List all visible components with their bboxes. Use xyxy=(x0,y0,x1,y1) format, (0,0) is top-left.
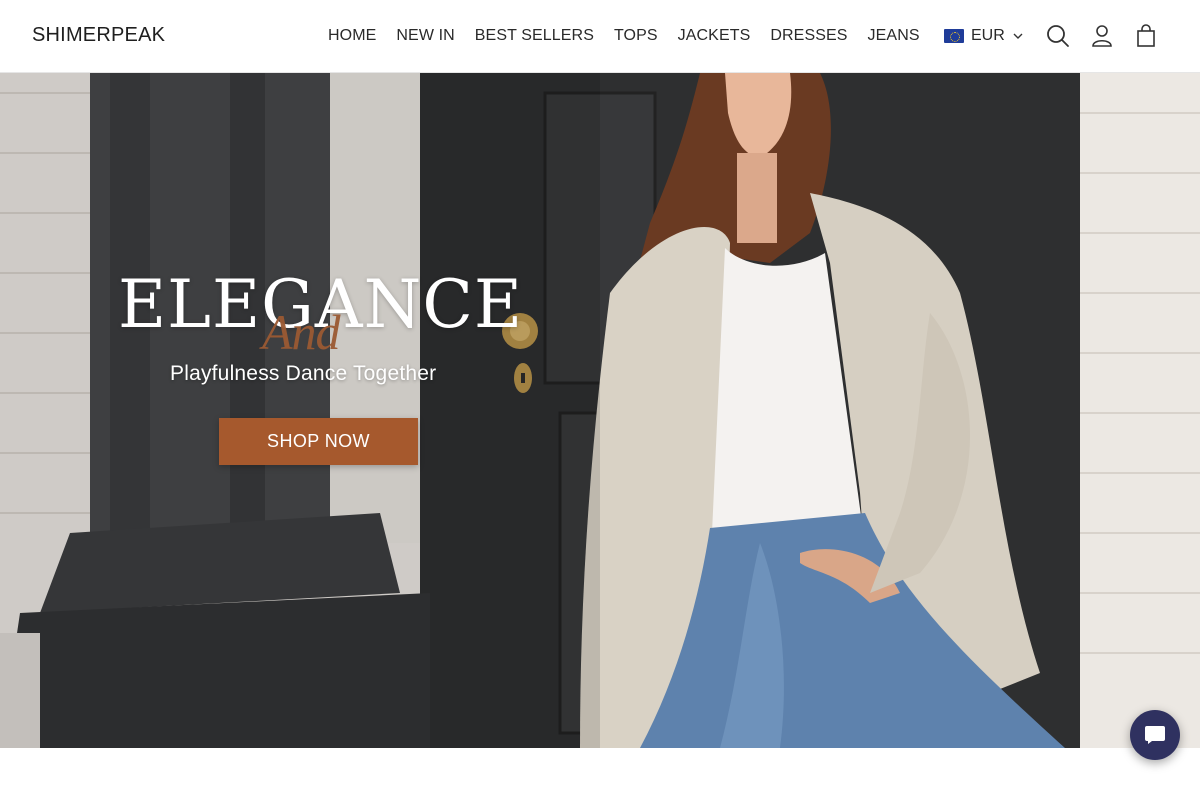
nav-item-new-in[interactable]: NEW IN xyxy=(386,24,464,48)
nav-item-home[interactable]: HOME xyxy=(318,24,386,48)
cart-bag-icon[interactable] xyxy=(1132,22,1160,50)
nav-item-dresses[interactable]: DRESSES xyxy=(760,24,857,48)
hero-photo xyxy=(0,73,1200,748)
hero-tagline: Playfulness Dance Together xyxy=(170,362,437,385)
hero-banner: ELEGANCE And Playfulness Dance Together … xyxy=(0,73,1200,748)
nav-item-jackets[interactable]: JACKETS xyxy=(668,24,761,48)
brand-logo[interactable]: SHIMERPEAK xyxy=(32,24,165,47)
eu-flag-icon xyxy=(944,29,964,43)
site-header: SHIMERPEAK HOME NEW IN BEST SELLERS TOPS… xyxy=(0,0,1200,73)
currency-code: EUR xyxy=(971,27,1005,44)
hero-script-word: And xyxy=(262,304,341,360)
nav-item-best-sellers[interactable]: BEST SELLERS xyxy=(465,24,604,48)
chat-bubble-icon xyxy=(1145,726,1165,744)
chevron-down-icon xyxy=(1012,30,1024,42)
account-icon[interactable] xyxy=(1088,22,1116,50)
nav-item-tops[interactable]: TOPS xyxy=(604,24,668,48)
main-nav: HOME NEW IN BEST SELLERS TOPS JACKETS DR… xyxy=(318,24,930,48)
currency-selector[interactable]: EUR xyxy=(944,26,1024,46)
nav-item-jeans[interactable]: JEANS xyxy=(858,24,930,48)
search-icon[interactable] xyxy=(1044,22,1072,50)
shop-now-button[interactable]: SHOP NOW xyxy=(219,418,418,465)
chat-button[interactable] xyxy=(1130,710,1180,760)
